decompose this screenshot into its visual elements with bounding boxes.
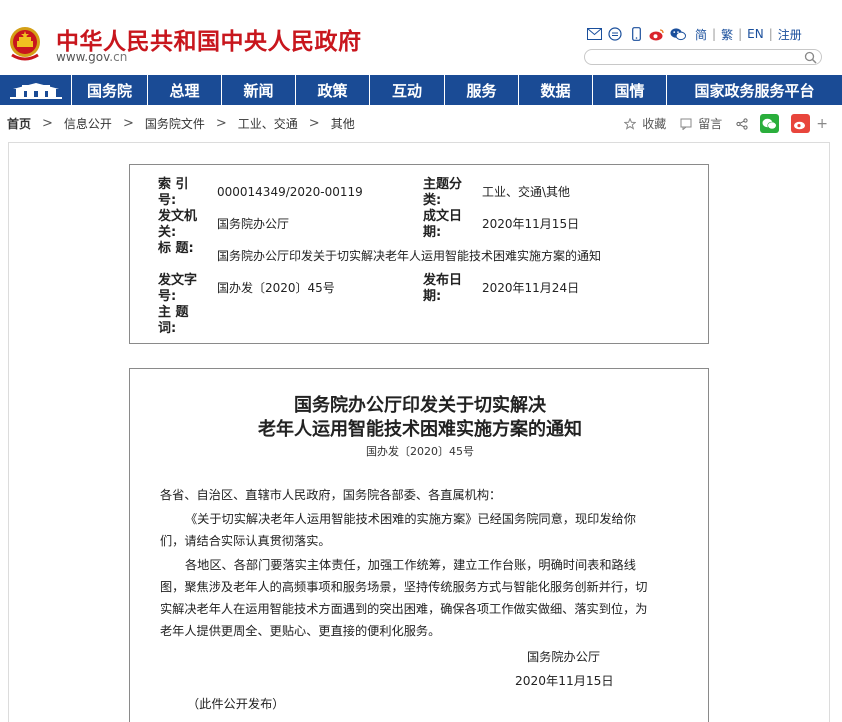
- category-value: 工业、交通\其他: [482, 185, 571, 199]
- paragraph-1-line-2: 们，请结合实际认真贯彻落实。: [160, 534, 331, 548]
- breadcrumb-state-council-docs[interactable]: 国务院文件: [145, 115, 205, 132]
- chevron-right-icon: >: [122, 115, 134, 131]
- document-body: 国务院办公厅印发关于切实解决 老年人运用智能技术困难实施方案的通知 国办发〔20…: [129, 368, 709, 722]
- site-url-suffix: .cn: [109, 50, 128, 64]
- english-link[interactable]: EN: [747, 27, 764, 41]
- mobile-icon[interactable]: [628, 26, 644, 42]
- message-icon[interactable]: [607, 26, 623, 42]
- index-number-value: 000014349/2020-00119: [217, 185, 363, 199]
- language-links: 简 | 繁 | EN | 注册: [695, 26, 802, 43]
- comment-icon[interactable]: [680, 118, 692, 130]
- nav-item-national-info[interactable]: 国情: [592, 75, 666, 105]
- index-number-label: 索 引 号:: [158, 177, 189, 208]
- document-title-line1: 国务院办公厅印发关于切实解决: [294, 395, 546, 416]
- wechat-share-icon[interactable]: [760, 114, 780, 133]
- document-number: 国办发〔2020〕45号: [366, 445, 474, 458]
- national-emblem-icon[interactable]: [7, 25, 43, 63]
- nav-item-gov-service-platform[interactable]: 国家政务服务平台: [666, 75, 842, 105]
- signing-date: 2020年11月15日: [515, 674, 614, 688]
- favorite-button[interactable]: 收藏: [642, 115, 666, 132]
- nav-item-state-council[interactable]: 国务院: [71, 75, 147, 105]
- weibo-share-icon[interactable]: [791, 114, 811, 133]
- paragraph-2-line-1: 各地区、各部门要落实主体责任，加强工作统筹，建立工作台账，明确时间表和路线: [185, 558, 636, 572]
- breadcrumb-industry-transport[interactable]: 工业、交通: [238, 115, 298, 132]
- doc-number-value: 国办发〔2020〕45号: [217, 281, 335, 295]
- nav-item-premier[interactable]: 总理: [147, 75, 221, 105]
- issuer-label: 发文机关:: [158, 209, 198, 240]
- nav-item-data[interactable]: 数据: [518, 75, 592, 105]
- chevron-right-icon: >: [215, 115, 227, 131]
- top-tools: 简 | 繁 | EN | 注册: [586, 25, 802, 43]
- comment-button[interactable]: 留言: [698, 115, 722, 132]
- category-label: 主题分类:: [423, 177, 463, 208]
- breadcrumb-home[interactable]: 首页: [7, 115, 31, 132]
- wechat-icon[interactable]: [670, 26, 686, 42]
- paragraph-2-line-2: 图，聚焦涉及老年人的高频事项和服务场景，坚持传统服务方式与智能化服务创新并行，切: [160, 580, 648, 594]
- title-label: 标 题:: [158, 241, 194, 256]
- site-header: 中华人民共和国中央人民政府 www.gov.cn 简 | 繁 | EN | 注册: [0, 0, 842, 74]
- simplified-chinese-link[interactable]: 简: [695, 26, 707, 43]
- share-tools: 收藏 留言 +: [624, 114, 828, 133]
- paragraph-1-line-1: 《关于切实解决老年人运用智能技术困难的实施方案》已经国务院同意，现印发给你: [185, 512, 636, 526]
- signature: 国务院办公厅: [527, 650, 601, 664]
- mail-icon[interactable]: [586, 26, 602, 42]
- published-date-value: 2020年11月24日: [482, 281, 580, 295]
- document-title-line2: 老年人运用智能技术困难实施方案的通知: [258, 419, 582, 440]
- tiananmen-logo-icon[interactable]: [0, 75, 71, 105]
- nav-item-services[interactable]: 服务: [444, 75, 518, 105]
- title-value: 国务院办公厅印发关于切实解决老年人运用智能技术困难实施方案的通知: [217, 249, 602, 263]
- breadcrumb-other[interactable]: 其他: [331, 115, 355, 132]
- paragraph-2-line-3: 实解决老年人在运用智能技术方面遇到的突出困难，确保各项工作做实做细、落实到位，为: [160, 602, 648, 616]
- weibo-icon[interactable]: [649, 26, 665, 42]
- star-icon[interactable]: [624, 117, 637, 130]
- nav-item-policy[interactable]: 政策: [295, 75, 369, 105]
- plus-icon[interactable]: +: [816, 116, 828, 132]
- separator: |: [768, 27, 773, 41]
- site-url[interactable]: www.gov.cn: [56, 50, 127, 64]
- paragraph-2-line-4: 老年人提供更周全、更贴心、更直接的便利化服务。: [160, 624, 441, 638]
- chevron-right-icon: >: [308, 115, 320, 131]
- search-box: [584, 49, 822, 69]
- traditional-chinese-link[interactable]: 繁: [721, 26, 733, 43]
- search-icon[interactable]: [804, 51, 817, 64]
- search-input[interactable]: [593, 55, 798, 69]
- created-date-label: 成文日期:: [423, 209, 463, 240]
- register-link[interactable]: 注册: [778, 26, 802, 43]
- chevron-right-icon: >: [42, 115, 53, 131]
- document-info-table: 索 引 号: 000014349/2020-00119 主题分类: 工业、交通\…: [129, 164, 709, 344]
- nav-item-interaction[interactable]: 互动: [369, 75, 444, 105]
- subject-words-label: 主 题 词:: [158, 305, 189, 336]
- publication-note: （此件公开发布）: [187, 697, 285, 711]
- doc-number-label: 发文字号:: [158, 273, 198, 304]
- published-date-label: 发布日期:: [423, 273, 463, 304]
- site-url-main: www.gov: [56, 50, 110, 64]
- salutation: 各省、自治区、直辖市人民政府，国务院各部委、各直属机构：: [160, 488, 502, 502]
- breadcrumb-info-disclosure[interactable]: 信息公开: [64, 115, 112, 132]
- separator: |: [712, 27, 717, 41]
- share-icon[interactable]: [736, 117, 748, 130]
- created-date-value: 2020年11月15日: [482, 217, 580, 231]
- issuer-value: 国务院办公厅: [217, 217, 290, 231]
- breadcrumb: 首页 > 信息公开 > 国务院文件 > 工业、交通 > 其他 收藏 留言 +: [0, 106, 842, 140]
- nav-item-news[interactable]: 新闻: [221, 75, 295, 105]
- separator: |: [738, 27, 743, 41]
- main-nav: 国务院 总理 新闻 政策 互动 服务 数据 国情 国家政务服务平台: [0, 75, 842, 105]
